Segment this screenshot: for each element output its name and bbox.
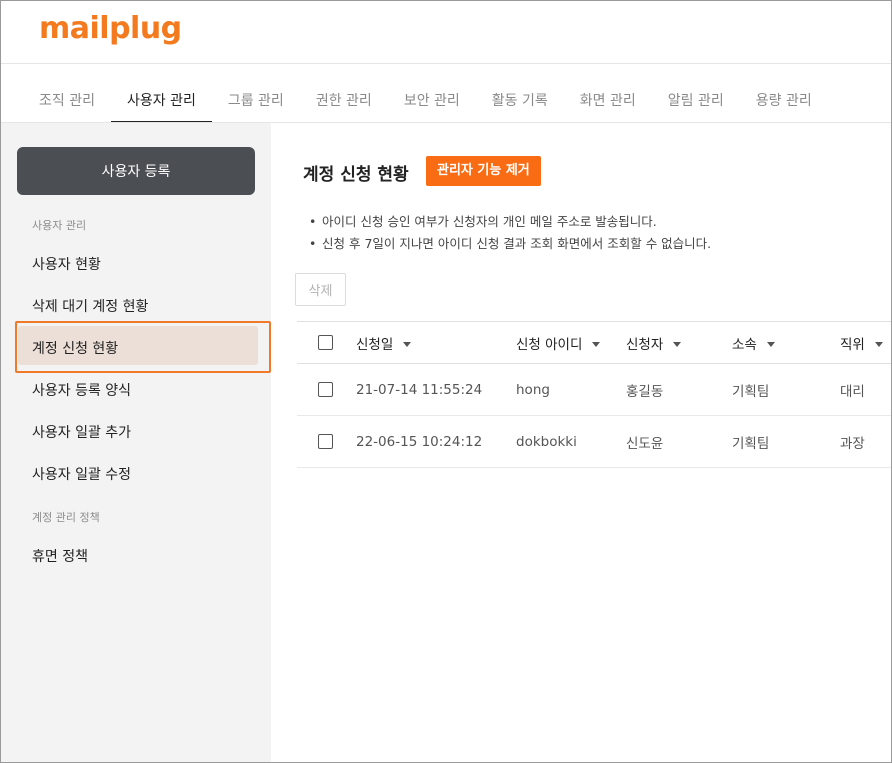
- main-content: 계정 신청 현황 관리자 기능 제거 아이디 신청 승인 여부가 신청자의 개인…: [271, 123, 891, 762]
- tab-security[interactable]: 보안 관리: [388, 81, 476, 123]
- column-header-date[interactable]: 신청일: [356, 322, 516, 364]
- cell-applicant: 홍길동: [626, 383, 664, 400]
- tab-notifications[interactable]: 알림 관리: [652, 81, 740, 123]
- notice-item: 아이디 신청 승인 여부가 신청자의 개인 메일 주소로 발송됩니다.: [309, 211, 711, 233]
- tab-permissions[interactable]: 권한 관리: [300, 81, 388, 123]
- select-all-checkbox[interactable]: [318, 335, 333, 350]
- cell-position: 대리: [840, 383, 865, 400]
- column-header-department[interactable]: 소속: [732, 322, 840, 364]
- sort-caret-icon[interactable]: [874, 342, 883, 347]
- cell-id: hong: [516, 381, 550, 398]
- tab-activity-log[interactable]: 활동 기록: [476, 81, 564, 123]
- tab-groups[interactable]: 그룹 관리: [212, 81, 300, 123]
- requests-table: 신청일 신청 아이디 신청자 소속 직위 21-07-14 11:55:24 h…: [297, 321, 891, 468]
- sidebar-item-pending-deletion[interactable]: 삭제 대기 계정 현황: [32, 296, 148, 316]
- cell-department: 기획팀: [732, 435, 770, 452]
- column-header-applicant[interactable]: 신청자: [626, 322, 732, 364]
- sidebar-item-registration-form[interactable]: 사용자 등록 양식: [32, 380, 131, 400]
- cell-department: 기획팀: [732, 383, 770, 400]
- sidebar-item-bulk-add[interactable]: 사용자 일괄 추가: [32, 422, 131, 442]
- sort-caret-icon[interactable]: [403, 342, 412, 347]
- tab-org[interactable]: 조직 관리: [23, 81, 111, 123]
- cell-applicant: 신도윤: [626, 435, 664, 452]
- notice-item: 신청 후 7일이 지나면 아이디 신청 결과 조회 화면에서 조회할 수 없습니…: [309, 233, 711, 255]
- register-user-button[interactable]: 사용자 등록: [17, 147, 255, 195]
- top-nav-tabs: 조직 관리 사용자 관리 그룹 관리 권한 관리 보안 관리 활동 기록 화면 …: [23, 81, 828, 123]
- cell-date: 22-06-15 10:24:12: [356, 433, 483, 450]
- sidebar-heading-user-management: 사용자 관리: [32, 219, 87, 232]
- delete-button[interactable]: 삭제: [295, 273, 346, 306]
- tab-users[interactable]: 사용자 관리: [110, 81, 212, 123]
- table-row[interactable]: 21-07-14 11:55:24 hong 홍길동 기획팀 대리: [297, 364, 891, 416]
- cell-id: dokbokki: [516, 433, 577, 450]
- logo[interactable]: mailplug: [39, 11, 182, 46]
- tab-screen[interactable]: 화면 관리: [564, 81, 652, 123]
- row-checkbox[interactable]: [318, 434, 333, 449]
- sort-caret-icon[interactable]: [766, 342, 775, 347]
- notice-list: 아이디 신청 승인 여부가 신청자의 개인 메일 주소로 발송됩니다. 신청 후…: [309, 211, 711, 255]
- sort-caret-icon[interactable]: [673, 342, 682, 347]
- remove-admin-function-button[interactable]: 관리자 기능 제거: [426, 156, 541, 186]
- cell-position: 과장: [840, 435, 865, 452]
- table-row[interactable]: 22-06-15 10:24:12 dokbokki 신도윤 기획팀 과장: [297, 416, 891, 468]
- tab-storage[interactable]: 용량 관리: [740, 81, 828, 123]
- sidebar-item-user-status[interactable]: 사용자 현황: [32, 254, 101, 274]
- column-header-position[interactable]: 직위: [840, 322, 891, 364]
- row-checkbox[interactable]: [318, 382, 333, 397]
- cell-date: 21-07-14 11:55:24: [356, 381, 483, 398]
- sidebar-active-outline: [15, 321, 271, 373]
- sidebar: 사용자 등록 사용자 관리 사용자 현황 삭제 대기 계정 현황 계정 신청 현…: [1, 123, 271, 762]
- page-title: 계정 신청 현황: [303, 165, 409, 185]
- sidebar-heading-account-policy: 계정 관리 정책: [32, 511, 100, 524]
- header: mailplug: [1, 1, 891, 63]
- sort-caret-icon[interactable]: [592, 342, 601, 347]
- column-header-id[interactable]: 신청 아이디: [516, 322, 626, 364]
- header-divider: [1, 63, 891, 64]
- sidebar-item-dormant-policy[interactable]: 휴면 정책: [32, 546, 88, 566]
- sidebar-item-bulk-edit[interactable]: 사용자 일괄 수정: [32, 464, 131, 484]
- app-window: mailplug 조직 관리 사용자 관리 그룹 관리 권한 관리 보안 관리 …: [0, 0, 892, 763]
- table-header-row: 신청일 신청 아이디 신청자 소속 직위: [297, 321, 891, 364]
